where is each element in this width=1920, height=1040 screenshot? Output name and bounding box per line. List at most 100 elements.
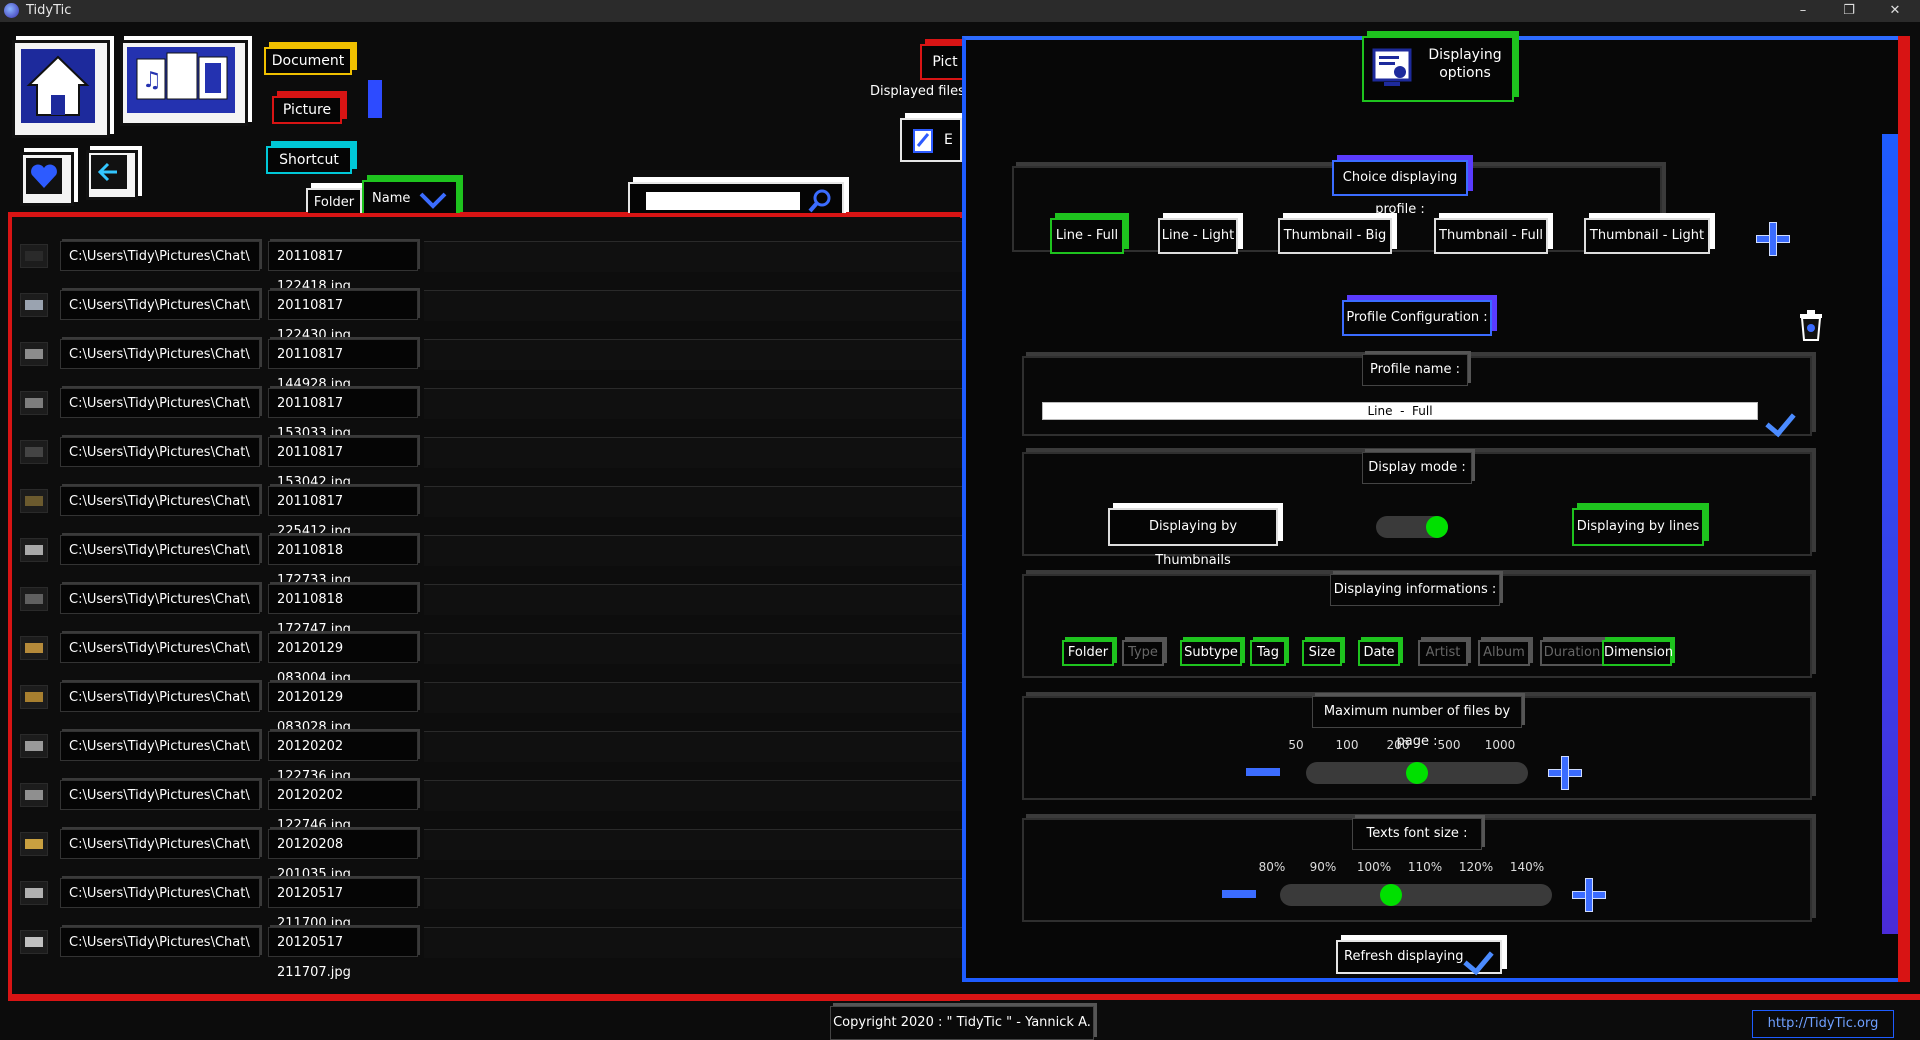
panel-scrollbar-thumb[interactable] [1882,134,1898,934]
display-settings-icon [1372,48,1412,86]
info-toggle-dimension[interactable]: Dimension [1602,640,1673,666]
folder-cell: C:\Users\Tidy\Pictures\Chat\ [60,829,260,859]
file-name-cell: 20120517 211700.jpg [268,878,418,931]
row-extra-cell [424,290,964,321]
info-toggle-date[interactable]: Date [1358,640,1400,666]
row-extra-cell [424,927,964,958]
back-button[interactable] [86,150,138,200]
confirm-name-check-icon[interactable] [1766,412,1796,432]
thumbnail-preview [25,300,43,310]
file-name-cell: 20120202 122746.jpg [268,780,418,833]
table-row[interactable]: C:\Users\Tidy\Pictures\Chat\ 20120517 211… [14,922,964,980]
profile-option-3[interactable]: Thumbnail - Big [1278,218,1392,254]
font-size-tick: 100% [1356,860,1392,874]
thumbnail-preview [25,741,43,751]
folder-cell: C:\Users\Tidy\Pictures\Chat\ [60,535,260,565]
search-input[interactable] [646,192,800,210]
mode-thumbnails-button[interactable]: Displaying by Thumbnails [1108,508,1278,568]
max-files-slider-knob[interactable] [1406,762,1428,784]
max-files-decrease-button[interactable] [1246,768,1280,776]
info-toggle-tag[interactable]: Tag [1250,640,1286,666]
category-document-button[interactable]: Document [264,47,352,75]
folder-cell: C:\Users\Tidy\Pictures\Chat\ [60,437,260,467]
thumbnail-preview [25,349,43,359]
folder-cell: C:\Users\Tidy\Pictures\Chat\ [60,388,260,418]
thumbnail-preview [25,594,43,604]
info-toggle-size[interactable]: Size [1302,640,1342,666]
search-icon[interactable] [806,187,834,215]
media-button[interactable]: ♫ [120,40,248,126]
edit-document-icon [913,129,933,153]
file-name-cell: 20110818 172733.jpg [268,535,418,588]
table-row[interactable]: C:\Users\Tidy\Pictures\Chat\ 20120517 211… [14,873,964,931]
profile-option-4[interactable]: Thumbnail - Full [1434,218,1548,254]
file-name-cell: 20110817 153033.jpg [268,388,418,441]
row-extra-cell [424,829,964,860]
table-row[interactable]: C:\Users\Tidy\Pictures\Chat\ 20120208 201… [14,824,964,882]
thumbnail-preview [25,888,43,898]
folder-cell: C:\Users\Tidy\Pictures\Chat\ [60,731,260,761]
profile-configuration-header: Profile Configuration : [1342,300,1492,336]
home-button[interactable] [12,40,110,138]
refresh-label: Refresh displaying [1344,949,1464,964]
table-row[interactable]: C:\Users\Tidy\Pictures\Chat\ 20120129 083… [14,628,964,686]
thumbnail-image [20,538,48,562]
thumbnail-preview [25,790,43,800]
table-row[interactable]: C:\Users\Tidy\Pictures\Chat\ 20110817 122… [14,236,964,294]
display-mode-label: Display mode : [1362,452,1472,484]
info-toggle-artist[interactable]: Artist [1418,640,1468,666]
category-picture-button[interactable]: Picture [272,96,342,124]
website-link[interactable]: http://TidyTic.org [1752,1010,1894,1038]
table-row[interactable]: C:\Users\Tidy\Pictures\Chat\ 20120202 122… [14,775,964,833]
info-toggle-subtype[interactable]: Subtype [1180,640,1242,666]
info-toggle-type[interactable]: Type [1122,640,1164,666]
row-extra-cell [424,486,964,517]
max-files-increase-button[interactable] [1548,756,1582,790]
title-bar: TidyTic – ❐ ✕ [0,0,1920,22]
display-mode-toggle[interactable] [1376,516,1448,538]
info-toggle-album[interactable]: Album [1478,640,1530,666]
font-size-slider[interactable] [1280,884,1552,906]
row-extra-cell [424,633,964,664]
minimize-button[interactable]: – [1780,0,1826,22]
profile-option-1[interactable]: Line - Full [1050,218,1124,254]
displayed-files-label: Displayed files [870,84,965,99]
font-size-slider-knob[interactable] [1380,884,1402,906]
profile-option-5[interactable]: Thumbnail - Light [1584,218,1710,254]
thumbnail-image [20,391,48,415]
table-row[interactable]: C:\Users\Tidy\Pictures\Chat\ 20120129 083… [14,677,964,735]
table-row[interactable]: C:\Users\Tidy\Pictures\Chat\ 20120202 122… [14,726,964,784]
font-size-tick: 110% [1407,860,1443,874]
font-size-decrease-button[interactable] [1222,890,1256,898]
favorites-button[interactable] [20,152,74,206]
close-button[interactable]: ✕ [1872,0,1918,22]
panel-scrollbar-track[interactable] [1882,134,1898,934]
row-extra-cell [424,241,964,272]
edit-button[interactable]: E [900,118,962,162]
mode-lines-button[interactable]: Displaying by lines [1572,508,1704,546]
table-row[interactable]: C:\Users\Tidy\Pictures\Chat\ 20110817 153… [14,383,964,441]
info-toggle-duration[interactable]: Duration [1540,640,1604,666]
table-row[interactable]: C:\Users\Tidy\Pictures\Chat\ 20110818 172… [14,530,964,588]
add-profile-button[interactable] [1756,222,1790,256]
info-toggle-folder[interactable]: Folder [1062,640,1114,666]
thumbnail-preview [25,545,43,555]
profile-name-field[interactable] [1042,402,1758,420]
restore-button[interactable]: ❐ [1826,0,1872,22]
profile-option-2[interactable]: Line - Light [1158,218,1238,254]
table-row[interactable]: C:\Users\Tidy\Pictures\Chat\ 20110817 153… [14,432,964,490]
folder-cell: C:\Users\Tidy\Pictures\Chat\ [60,682,260,712]
trash-icon[interactable] [1796,308,1826,342]
thumbnail-image [20,881,48,905]
font-size-increase-button[interactable] [1572,878,1606,912]
max-files-tick: 200 [1386,738,1410,752]
refresh-displaying-button[interactable]: Refresh displaying [1336,940,1502,974]
max-files-slider[interactable] [1306,762,1528,784]
table-row[interactable]: C:\Users\Tidy\Pictures\Chat\ 20110817 122… [14,285,964,343]
table-row[interactable]: C:\Users\Tidy\Pictures\Chat\ 20110817 225… [14,481,964,539]
table-row[interactable]: C:\Users\Tidy\Pictures\Chat\ 20110818 172… [14,579,964,637]
category-shortcut-button[interactable]: Shortcut [266,146,352,174]
file-name-cell: 20120517 211707.jpg [268,927,418,980]
table-row[interactable]: C:\Users\Tidy\Pictures\Chat\ 20110817 144… [14,334,964,392]
category-indicator [368,80,382,118]
